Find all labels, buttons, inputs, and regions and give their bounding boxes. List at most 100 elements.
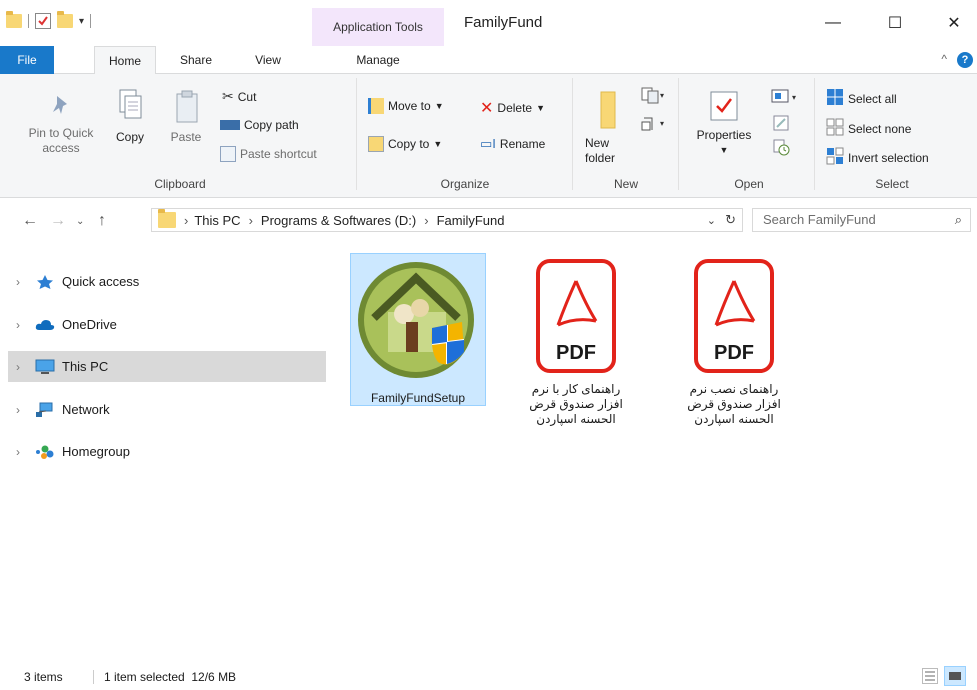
address-bar[interactable]: › This PC › Programs & Softwares (D:) › … (151, 208, 743, 232)
paste-button[interactable]: Paste (164, 88, 208, 145)
breadcrumb-separator-icon: › (424, 212, 429, 228)
large-icons-view-icon[interactable] (944, 666, 966, 686)
expand-chevron-icon[interactable]: › (8, 360, 28, 374)
help-icon[interactable]: ? (957, 52, 973, 68)
selection-info: 1 item selected 12/6 MB (104, 670, 237, 684)
nav-item-onedrive[interactable]: › OneDrive (8, 309, 326, 340)
folder-icon (158, 209, 176, 228)
rename-label: Rename (499, 137, 546, 151)
new-item-icon[interactable]: ▾ (640, 86, 668, 107)
copy-to-label: Copy to (388, 137, 430, 151)
nav-item-network[interactable]: › Network (8, 394, 326, 425)
address-dropdown-icon[interactable]: ⌄ (707, 214, 716, 227)
group-divider (572, 78, 573, 190)
dropdown-arrow-icon: ▼ (433, 139, 443, 149)
organize-group-label: Organize (440, 177, 490, 191)
star-icon (37, 274, 53, 289)
copy-label: Copy (115, 130, 144, 144)
pdf-label: PDF (556, 342, 596, 364)
network-icon (36, 402, 53, 417)
file-item-pdf-user-guide[interactable]: PDF راهنمای کار با نرم افزار صندوق قرض ا… (508, 255, 644, 427)
up-arrow-icon[interactable]: ↑ (98, 212, 106, 230)
new-group-label: New (613, 177, 638, 191)
delete-button[interactable]: ✕ Delete ▼ (480, 98, 545, 118)
new-folder-label: New folder (585, 136, 616, 165)
invert-selection-button[interactable]: Invert selection (826, 147, 929, 168)
select-none-label: Select none (848, 121, 912, 136)
open-icon[interactable]: ▾ (770, 88, 802, 107)
delete-label: Delete (497, 101, 533, 115)
move-to-button[interactable]: Move to ▼ (368, 98, 444, 114)
expand-chevron-icon[interactable]: › (8, 403, 28, 417)
refresh-icon[interactable]: ↻ (725, 212, 736, 228)
edit-icon[interactable] (772, 114, 790, 135)
tab-home[interactable]: Home (94, 46, 156, 75)
properties-checkmark-icon[interactable] (35, 13, 51, 29)
expand-chevron-icon[interactable]: › (8, 318, 28, 332)
copy-to-button[interactable]: Copy to ▼ (368, 136, 442, 152)
paste-shortcut-label: Paste shortcut (240, 147, 317, 161)
open-group-label: Open (734, 177, 764, 191)
easy-access-icon[interactable]: ▾ (640, 114, 668, 135)
group-divider (678, 78, 679, 190)
breadcrumb-familyfund[interactable]: FamilyFund (437, 213, 505, 228)
tab-manage[interactable]: Manage (330, 46, 426, 74)
details-view-icon[interactable] (922, 668, 938, 684)
ribbon: Pin to Quick access Copy Paste ✂ Cut Copy… (0, 74, 977, 198)
pin-icon (53, 96, 67, 114)
file-item-pdf-install-guide[interactable]: PDF راهنمای نصب نرم افزار صندوق قرض الحس… (666, 255, 802, 427)
copy-path-label: Copy path (244, 118, 299, 132)
new-folder-icon[interactable] (57, 11, 73, 28)
copy-path-button[interactable]: Copy path (220, 118, 299, 132)
new-folder-icon (600, 91, 616, 129)
delete-x-icon: ✕ (480, 100, 494, 117)
file-name: راهنمای نصب نرم افزار صندوق قرض الحسنه ا… (687, 382, 781, 426)
back-arrow-icon[interactable]: ← (22, 212, 38, 230)
nav-item-quick-access[interactable]: › Quick access (8, 266, 326, 297)
breadcrumb-drive[interactable]: Programs & Softwares (D:) (261, 213, 416, 228)
pdf-file-icon: PDF (536, 259, 616, 373)
paste-label: Paste (170, 130, 202, 144)
nav-label: This PC (62, 359, 109, 374)
expand-chevron-icon[interactable]: › (8, 275, 28, 289)
paste-shortcut-button[interactable]: Paste shortcut (220, 146, 317, 162)
properties-button[interactable]: Properties ▼ (686, 88, 762, 158)
customize-toolbar-icon[interactable]: ▾ (79, 16, 84, 27)
svg-text:▾: ▾ (660, 119, 664, 128)
select-all-icon (826, 88, 844, 109)
pin-to-quick-access-button[interactable]: Pin to Quick access (18, 92, 104, 156)
paste-shortcut-icon (220, 146, 236, 162)
search-input[interactable]: Search FamilyFund ⌕ (752, 208, 971, 232)
cut-button[interactable]: ✂ Cut (222, 88, 256, 105)
homegroup-icon (36, 445, 54, 459)
rename-button[interactable]: ▭I Rename (480, 136, 545, 152)
forward-arrow-icon[interactable]: → (50, 212, 66, 230)
tab-share[interactable]: Share (168, 46, 224, 74)
nav-label: Network (62, 402, 110, 417)
nav-item-this-pc[interactable]: › This PC (8, 351, 326, 382)
dropdown-arrow-icon: ▼ (719, 145, 729, 155)
paste-icon (176, 90, 198, 123)
ribbon-tabs: File Home Share View Manage ^ ? (0, 46, 977, 75)
maximize-button[interactable]: ☐ (872, 8, 918, 38)
select-none-button[interactable]: Select none (826, 118, 911, 139)
history-icon[interactable] (772, 138, 790, 159)
invert-selection-icon (826, 147, 844, 168)
breadcrumb-this-pc[interactable]: This PC (194, 213, 240, 228)
select-all-button[interactable]: Select all (826, 88, 897, 109)
copy-path-icon (220, 120, 240, 130)
minimize-button[interactable]: — (810, 8, 856, 38)
tab-file[interactable]: File (0, 46, 54, 74)
status-divider (93, 670, 94, 684)
nav-item-homegroup[interactable]: › Homegroup (8, 436, 326, 467)
tab-view[interactable]: View (240, 46, 296, 74)
recent-locations-chevron-icon[interactable]: ⌄ (76, 216, 84, 227)
copy-button[interactable]: Copy (110, 88, 150, 145)
properties-label: Properties (696, 128, 752, 142)
new-folder-button[interactable]: New folder (580, 88, 634, 166)
file-item-familyfundsetup[interactable]: FamilyFundSetup (350, 253, 486, 406)
expand-chevron-icon[interactable]: › (8, 445, 28, 459)
move-to-label: Move to (388, 99, 431, 113)
collapse-ribbon-icon[interactable]: ^ (941, 52, 947, 66)
close-button[interactable]: ✕ (931, 8, 977, 38)
